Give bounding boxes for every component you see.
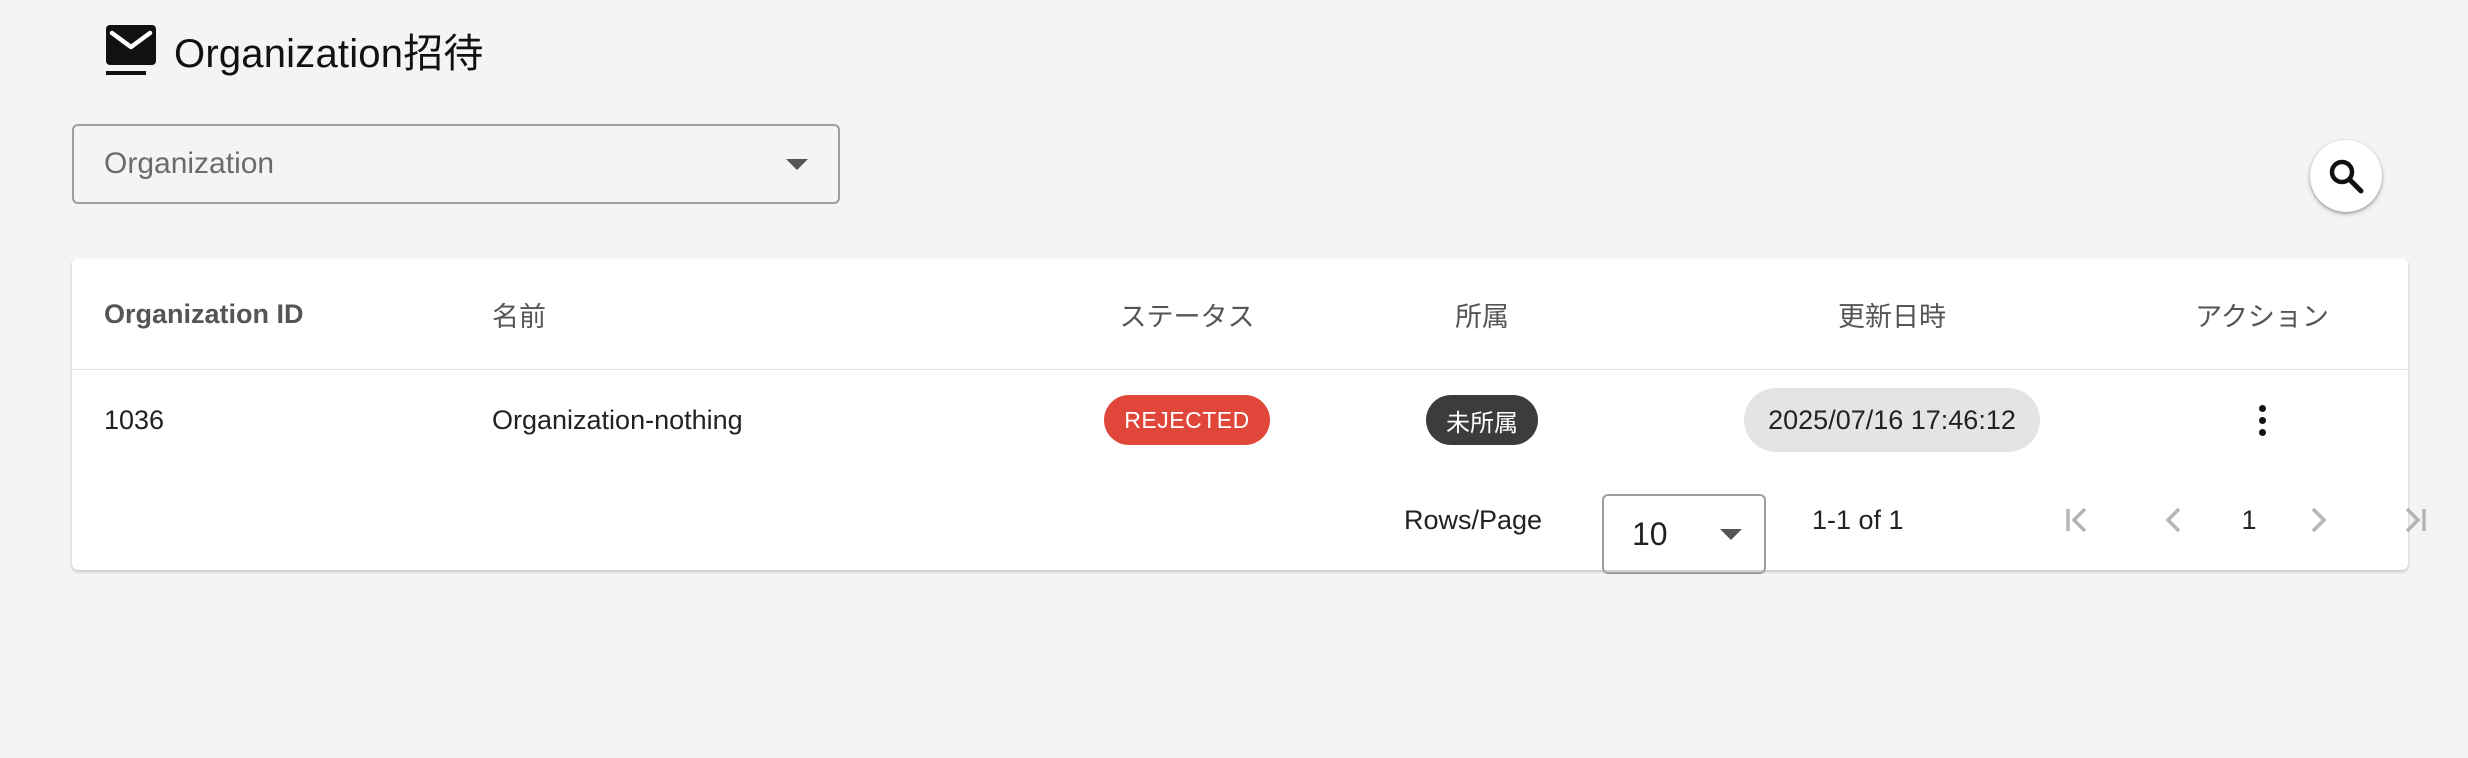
cell-updated-at: 2025/07/16 17:46:12 — [1652, 370, 2132, 470]
column-header-name: 名前 — [492, 301, 546, 332]
column-header-status: ステータス — [1119, 301, 1255, 332]
column-header-organization-id: Organization ID — [104, 298, 304, 329]
organization-filter-select[interactable]: Organization — [72, 124, 840, 204]
prev-page-icon — [2165, 507, 2181, 533]
affiliation-badge: 未所属 — [1426, 395, 1538, 445]
cell-actions — [2152, 370, 2372, 470]
column-header-actions: アクション — [2195, 301, 2329, 332]
column-header-updated-at: 更新日時 — [1838, 301, 1946, 332]
page: Organization招待 Organization Organization… — [0, 0, 2468, 758]
cell-status: REJECTED — [1042, 370, 1332, 470]
more-vert-icon[interactable] — [2242, 400, 2282, 440]
cell-name: Organization-nothing — [492, 404, 743, 435]
pagination: Rows/Page 10 1-1 of 1 1 — [72, 470, 2426, 574]
pagination-range: 1-1 of 1 — [1812, 504, 1904, 535]
table-header: Organization ID 名前 ステータス 所属 更新日時 アクション — [72, 258, 2408, 370]
invitations-table-card: Organization ID 名前 ステータス 所属 更新日時 アクション 1… — [72, 258, 2426, 574]
chevron-down-icon — [1720, 528, 1742, 540]
last-page-button[interactable] — [2390, 496, 2438, 544]
search-icon — [2329, 159, 2364, 194]
mail-icon — [104, 23, 158, 77]
page-header: Organization招待 — [104, 22, 484, 78]
cell-affiliation: 未所属 — [1362, 370, 1602, 470]
cell-organization-id: 1036 — [104, 404, 165, 435]
last-page-icon — [2405, 507, 2426, 533]
search-button[interactable] — [2310, 140, 2382, 212]
table-row: 1036 Organization-nothing REJECTED 未所属 2… — [72, 370, 2408, 470]
status-badge: REJECTED — [1104, 395, 1270, 445]
organization-filter-placeholder: Organization — [104, 147, 275, 180]
page-title: Organization招待 — [174, 32, 484, 76]
prev-page-button[interactable] — [2150, 496, 2198, 544]
column-header-affiliation: 所属 — [1455, 301, 1509, 332]
rows-per-page-value: 10 — [1632, 515, 1668, 552]
next-page-icon — [2311, 507, 2327, 533]
rows-per-page-select[interactable]: 10 — [1602, 494, 1766, 574]
updated-at-chip: 2025/07/16 17:46:12 — [1744, 388, 2040, 452]
next-page-button[interactable] — [2294, 496, 2342, 544]
current-page: 1 — [2241, 504, 2257, 535]
first-page-icon — [2066, 507, 2087, 533]
chevron-down-icon — [786, 158, 808, 170]
rows-per-page-label: Rows/Page — [1404, 504, 1543, 535]
first-page-button[interactable] — [2054, 496, 2102, 544]
